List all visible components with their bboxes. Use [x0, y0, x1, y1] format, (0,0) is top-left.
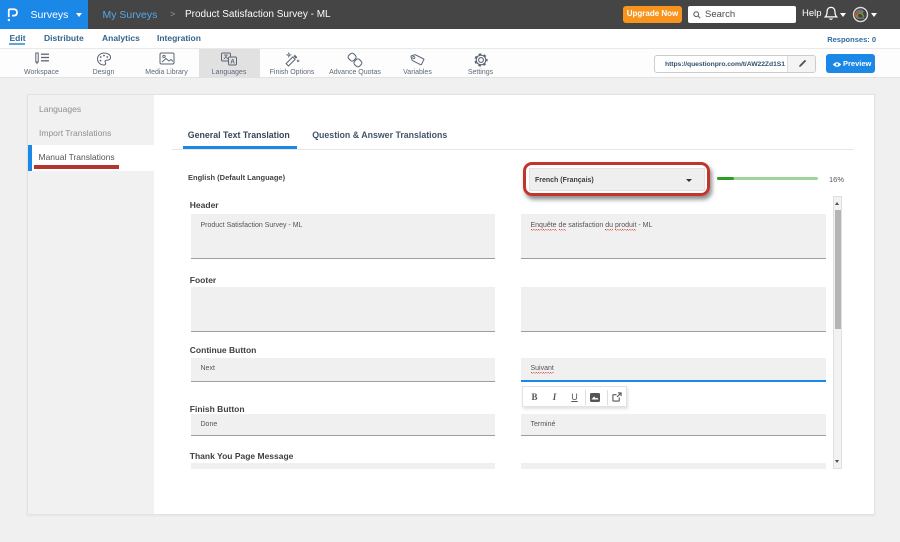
- svg-text:A: A: [230, 59, 235, 66]
